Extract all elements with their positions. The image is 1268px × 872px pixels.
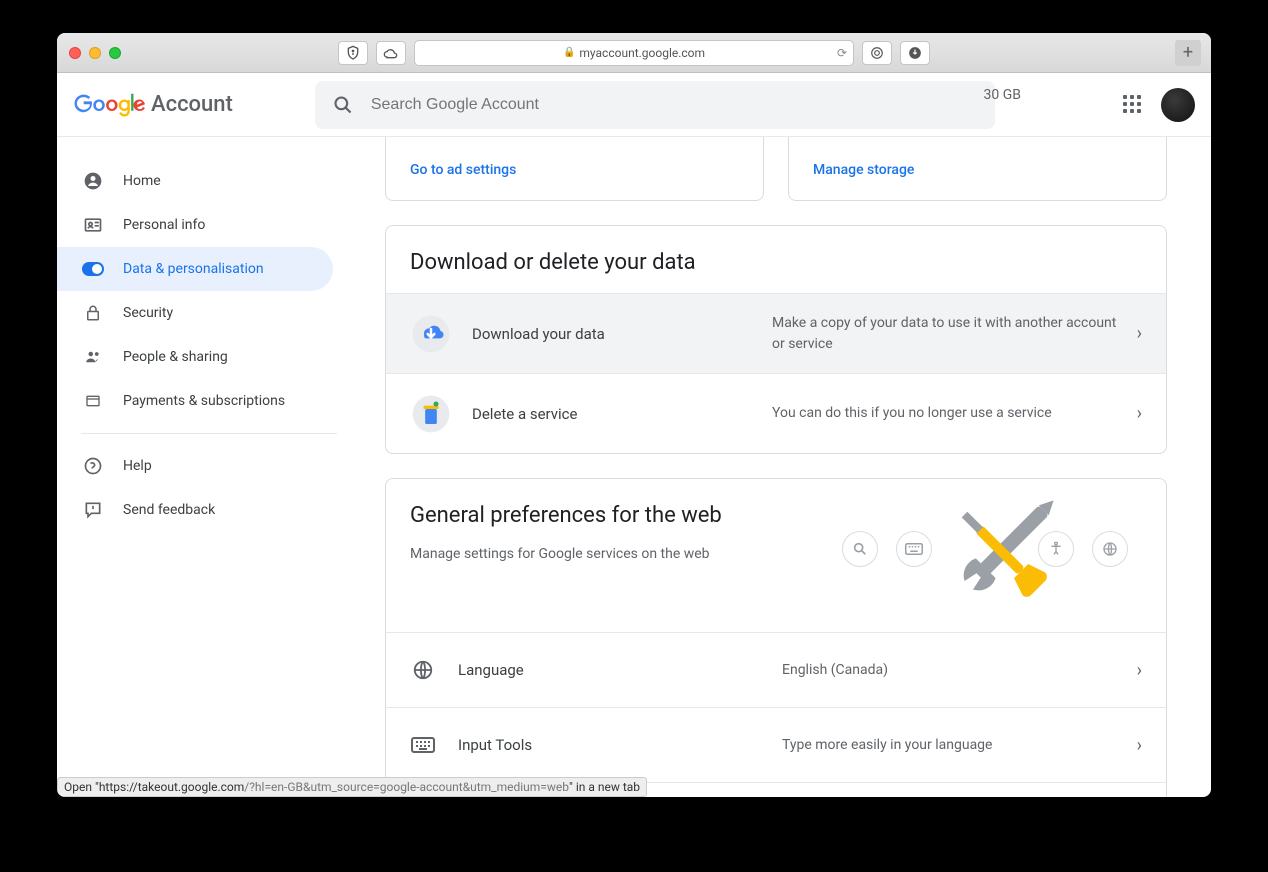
sidebar-item-people-sharing[interactable]: People & sharing: [57, 335, 337, 379]
help-icon: [81, 456, 105, 476]
sidebar-label: Send feedback: [123, 502, 215, 518]
keyboard-icon: [410, 724, 436, 766]
download-delete-panel: Download or delete your data Download yo…: [385, 225, 1167, 454]
close-window-button[interactable]: [69, 47, 81, 59]
sidebar-label: Data & personalisation: [123, 261, 264, 277]
search-circle-icon: [842, 531, 878, 567]
row-label: Input Tools: [458, 736, 782, 754]
download-cloud-icon: [410, 313, 452, 355]
browser-chrome: 🔒 myaccount.google.com ⟳ +: [57, 33, 1211, 73]
sidebar-item-data-personalisation[interactable]: Data & personalisation: [57, 247, 333, 291]
manage-storage-card: Manage storage: [788, 137, 1167, 201]
trash-icon: [410, 393, 452, 435]
maximize-window-button[interactable]: [109, 47, 121, 59]
row-input-tools[interactable]: Input Tools Type more easily in your lan…: [386, 707, 1166, 782]
sidebar-item-help[interactable]: Help: [57, 444, 337, 488]
tools-illustration: [842, 497, 1142, 607]
sidebar: Home Personal info Data & personalisatio…: [57, 137, 337, 797]
sidebar-label: Home: [123, 173, 161, 189]
globe-icon: [410, 649, 436, 691]
reload-icon[interactable]: ⟳: [837, 46, 847, 60]
sidebar-label: Help: [123, 458, 152, 474]
ad-settings-link[interactable]: Go to ad settings: [410, 162, 516, 178]
google-account-logo[interactable]: Account: [73, 92, 233, 117]
panel-title: Download or delete your data: [386, 226, 1166, 293]
google-apps-button[interactable]: [1123, 95, 1143, 115]
chevron-right-icon: ›: [1137, 735, 1142, 756]
row-label: Delete a service: [472, 405, 772, 423]
row-desc: Make a copy of your data to use it with …: [772, 313, 1125, 354]
ad-settings-card: Go to ad settings: [385, 137, 764, 201]
privacy-report-button[interactable]: [338, 41, 368, 65]
general-prefs-panel: General preferences for the web Manage s…: [385, 478, 1167, 797]
sidebar-item-payments[interactable]: Payments & subscriptions: [57, 379, 337, 423]
row-label: Language: [458, 661, 782, 679]
cloud-tabs-button[interactable]: [376, 41, 406, 65]
lock-icon: [81, 303, 105, 323]
sidebar-item-personal-info[interactable]: Personal info: [57, 203, 337, 247]
screwdriver-wrench-icon: [932, 497, 1072, 607]
url-bar[interactable]: 🔒 myaccount.google.com ⟳: [414, 40, 854, 66]
sidebar-label: Payments & subscriptions: [123, 393, 285, 409]
sidebar-divider: [81, 433, 337, 434]
chevron-right-icon: ›: [1137, 403, 1142, 424]
search-icon: [333, 95, 353, 115]
row-label: Download your data: [472, 325, 772, 343]
account-avatar[interactable]: [1161, 88, 1195, 122]
home-icon: [81, 171, 105, 191]
row-desc: Type more easily in your language: [782, 735, 1125, 755]
row-download-data[interactable]: Download your data Make a copy of your d…: [386, 293, 1166, 373]
toggle-icon: [81, 262, 105, 276]
app-header: Account: [57, 73, 1211, 137]
people-icon: [81, 348, 105, 366]
url-text: myaccount.google.com: [579, 46, 705, 60]
search-input[interactable]: [371, 96, 977, 114]
reader-button[interactable]: [862, 41, 892, 65]
new-tab-button[interactable]: +: [1175, 40, 1201, 66]
sidebar-item-security[interactable]: Security: [57, 291, 337, 335]
globe-circle-icon: [1092, 531, 1128, 567]
manage-storage-link[interactable]: Manage storage: [813, 162, 914, 178]
row-desc: English (Canada): [782, 660, 1125, 680]
search-box[interactable]: [315, 81, 995, 129]
browser-window: 🔒 myaccount.google.com ⟳ + Account 30 G: [57, 33, 1211, 797]
sidebar-label: Security: [123, 305, 173, 321]
id-card-icon: [81, 215, 105, 235]
account-word: Account: [151, 92, 233, 117]
main-content: Go to ad settings Manage storage Downloa…: [337, 137, 1211, 797]
chevron-right-icon: ›: [1137, 323, 1142, 344]
feedback-icon: [81, 500, 105, 520]
storage-peek: 30 GB: [984, 87, 1021, 103]
sidebar-item-home[interactable]: Home: [57, 159, 337, 203]
chevron-right-icon: ›: [1137, 660, 1142, 681]
card-icon: [81, 393, 105, 409]
lock-icon: 🔒: [563, 47, 575, 58]
sidebar-label: People & sharing: [123, 349, 228, 365]
sidebar-item-feedback[interactable]: Send feedback: [57, 488, 337, 532]
row-delete-service[interactable]: Delete a service You can do this if you …: [386, 373, 1166, 453]
link-status-bar: Open "https://takeout.google.com/?hl=en-…: [57, 777, 647, 797]
row-language[interactable]: Language English (Canada) ›: [386, 632, 1166, 707]
keyboard-circle-icon: [896, 531, 932, 567]
window-controls: [69, 47, 121, 59]
row-desc: You can do this if you no longer use a s…: [772, 403, 1125, 423]
minimize-window-button[interactable]: [89, 47, 101, 59]
sidebar-label: Personal info: [123, 217, 205, 233]
downloads-button[interactable]: [900, 41, 930, 65]
